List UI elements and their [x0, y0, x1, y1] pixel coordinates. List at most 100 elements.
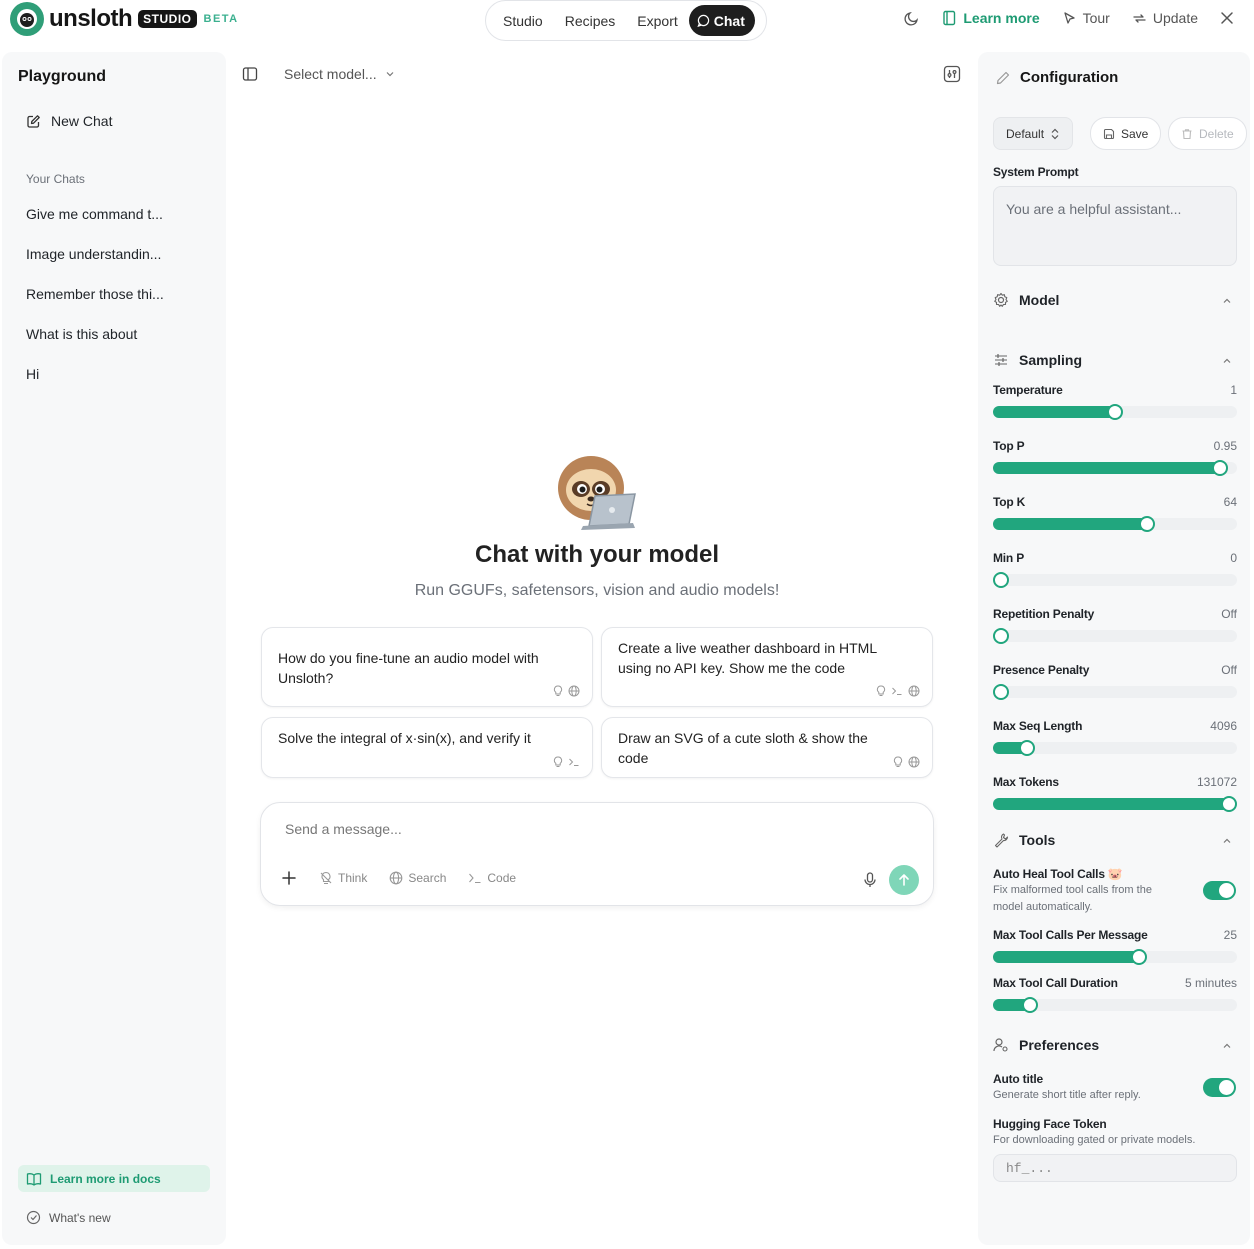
temperature-slider[interactable]	[993, 404, 1237, 420]
chat-item[interactable]: Hi	[26, 366, 39, 382]
nav-tab-studio[interactable]: Studio	[492, 6, 554, 36]
preferences-section-header[interactable]: Preferences	[993, 1037, 1099, 1053]
slider-thumb[interactable]	[993, 684, 1009, 700]
chat-item[interactable]: Give me command t...	[26, 206, 163, 222]
sampling-section-title: Sampling	[1019, 352, 1083, 368]
docs-link[interactable]: Learn more in docs	[18, 1165, 210, 1192]
slider-thumb[interactable]	[1021, 997, 1038, 1013]
think-toggle[interactable]: Think	[319, 871, 367, 885]
max-tool-calls-slider[interactable]	[993, 949, 1237, 965]
max-tool-duration-slider[interactable]	[993, 997, 1237, 1013]
update-label: Update	[1152, 10, 1198, 26]
model-select[interactable]: Select model...	[284, 66, 395, 82]
voice-input-button[interactable]	[863, 872, 877, 888]
system-prompt-input[interactable]	[993, 186, 1237, 266]
system-prompt-label: System Prompt	[993, 165, 1079, 179]
slider-thumb[interactable]	[1107, 404, 1123, 420]
slider-thumb[interactable]	[1221, 796, 1237, 812]
close-button[interactable]	[1220, 11, 1234, 25]
slider-thumb[interactable]	[993, 628, 1009, 644]
hf-token-input[interactable]	[993, 1154, 1237, 1182]
max-tokens-value: 131072	[1196, 775, 1237, 789]
chats-section-title: Your Chats	[26, 172, 85, 186]
nav-tab-chat[interactable]: Chat	[688, 5, 755, 36]
chevron-down-icon	[386, 72, 394, 77]
whats-new-link[interactable]: What's new	[26, 1210, 111, 1225]
presence-penalty-slider[interactable]	[993, 684, 1237, 700]
suggestion-card[interactable]: Solve the integral of x·sin(x), and veri…	[261, 717, 593, 778]
terminal-icon	[569, 758, 579, 766]
presence-penalty-label: Presence Penalty	[993, 663, 1090, 677]
suggestion-text: Draw an SVG of a cute sloth & show the c…	[618, 730, 868, 766]
message-input[interactable]	[285, 821, 865, 837]
brand-studio-badge: STUDIO	[138, 10, 197, 28]
max-tokens-slider[interactable]	[993, 796, 1237, 812]
max-tool-calls-label: Max Tool Calls Per Message	[993, 928, 1148, 942]
code-toggle[interactable]: Code	[468, 871, 516, 885]
presence-penalty-value: Off	[1221, 663, 1237, 677]
learn-more-link[interactable]: Learn more	[942, 10, 1040, 26]
chat-item[interactable]: What is this about	[26, 326, 137, 342]
model-section-header[interactable]: Model	[993, 292, 1059, 308]
temperature-value: 1	[1230, 383, 1237, 397]
slider-thumb[interactable]	[993, 572, 1009, 588]
suggestion-card[interactable]: Create a live weather dashboard in HTML …	[601, 627, 933, 707]
suggestion-card[interactable]: Draw an SVG of a cute sloth & show the c…	[601, 717, 933, 778]
sidebar-toggle-button[interactable]	[242, 66, 258, 82]
whats-new-label: What's new	[49, 1210, 111, 1225]
hf-token-description: For downloading gated or private models.	[993, 1134, 1196, 1146]
preferences-section-title: Preferences	[1019, 1037, 1100, 1053]
max-seq-length-label: Max Seq Length	[993, 719, 1083, 733]
top-actions: Learn more Tour Update	[904, 10, 1234, 26]
suggestion-icons	[893, 756, 920, 768]
slider-thumb[interactable]	[1211, 460, 1228, 476]
tour-label: Tour	[1082, 10, 1110, 26]
min-p-slider[interactable]	[993, 572, 1237, 588]
brand-logo[interactable]: unsloth STUDIO BETA	[10, 2, 239, 36]
settings-panel-toggle[interactable]	[943, 65, 961, 83]
theme-toggle-button[interactable]	[904, 10, 920, 26]
chat-item[interactable]: Image understandin...	[26, 246, 161, 262]
top-k-slider[interactable]	[993, 516, 1237, 532]
delete-preset-button[interactable]: Delete	[1168, 117, 1247, 150]
auto-heal-description: Fix malformed tool calls from the model …	[993, 882, 1152, 916]
attach-button[interactable]	[281, 870, 297, 886]
chat-sidebar: Playground New Chat Your Chats Give me c…	[2, 52, 226, 1245]
suggestion-icons	[553, 685, 580, 697]
sloth-mascot-icon	[553, 450, 641, 532]
tour-button[interactable]: Tour	[1062, 10, 1110, 26]
slider-fill	[993, 951, 1140, 963]
repetition-penalty-slider[interactable]	[993, 628, 1237, 644]
top-p-label: Top P	[993, 439, 1025, 453]
chevron-up-icon[interactable]	[1222, 836, 1232, 846]
auto-title-toggle[interactable]	[1203, 1078, 1236, 1097]
chevron-up-icon[interactable]	[1222, 356, 1232, 366]
send-button[interactable]	[889, 865, 919, 895]
save-icon	[1103, 128, 1115, 139]
save-preset-button[interactable]: Save	[1090, 117, 1162, 150]
min-p-value: 0	[1230, 551, 1237, 565]
check-badge-icon	[26, 1210, 41, 1225]
nav-tab-recipes[interactable]: Recipes	[554, 6, 627, 36]
new-chat-button[interactable]: New Chat	[26, 113, 112, 129]
preset-select[interactable]: Default	[993, 117, 1074, 150]
nav-tab-export[interactable]: Export	[626, 6, 688, 36]
update-button[interactable]: Update	[1132, 10, 1198, 26]
search-toggle[interactable]: Search	[389, 871, 446, 885]
tools-section-header[interactable]: Tools	[993, 832, 1055, 848]
slider-fill	[993, 462, 1220, 474]
config-header: Configuration	[996, 69, 1118, 86]
slider-thumb[interactable]	[1019, 740, 1036, 756]
suggestion-card[interactable]: How do you fine-tune an audio model with…	[261, 627, 593, 707]
max-seq-length-slider[interactable]	[993, 740, 1237, 756]
slider-thumb[interactable]	[1131, 949, 1148, 965]
chevron-up-icon[interactable]	[1222, 1041, 1232, 1051]
top-p-slider[interactable]	[993, 460, 1237, 476]
auto-heal-toggle[interactable]	[1203, 881, 1236, 900]
slider-thumb[interactable]	[1138, 516, 1155, 532]
chevron-up-icon[interactable]	[1222, 296, 1232, 306]
terminal-icon	[469, 873, 481, 884]
sliders-icon	[943, 65, 961, 83]
sampling-section-header[interactable]: Sampling	[993, 352, 1082, 368]
chat-item[interactable]: Remember those thi...	[26, 286, 164, 302]
